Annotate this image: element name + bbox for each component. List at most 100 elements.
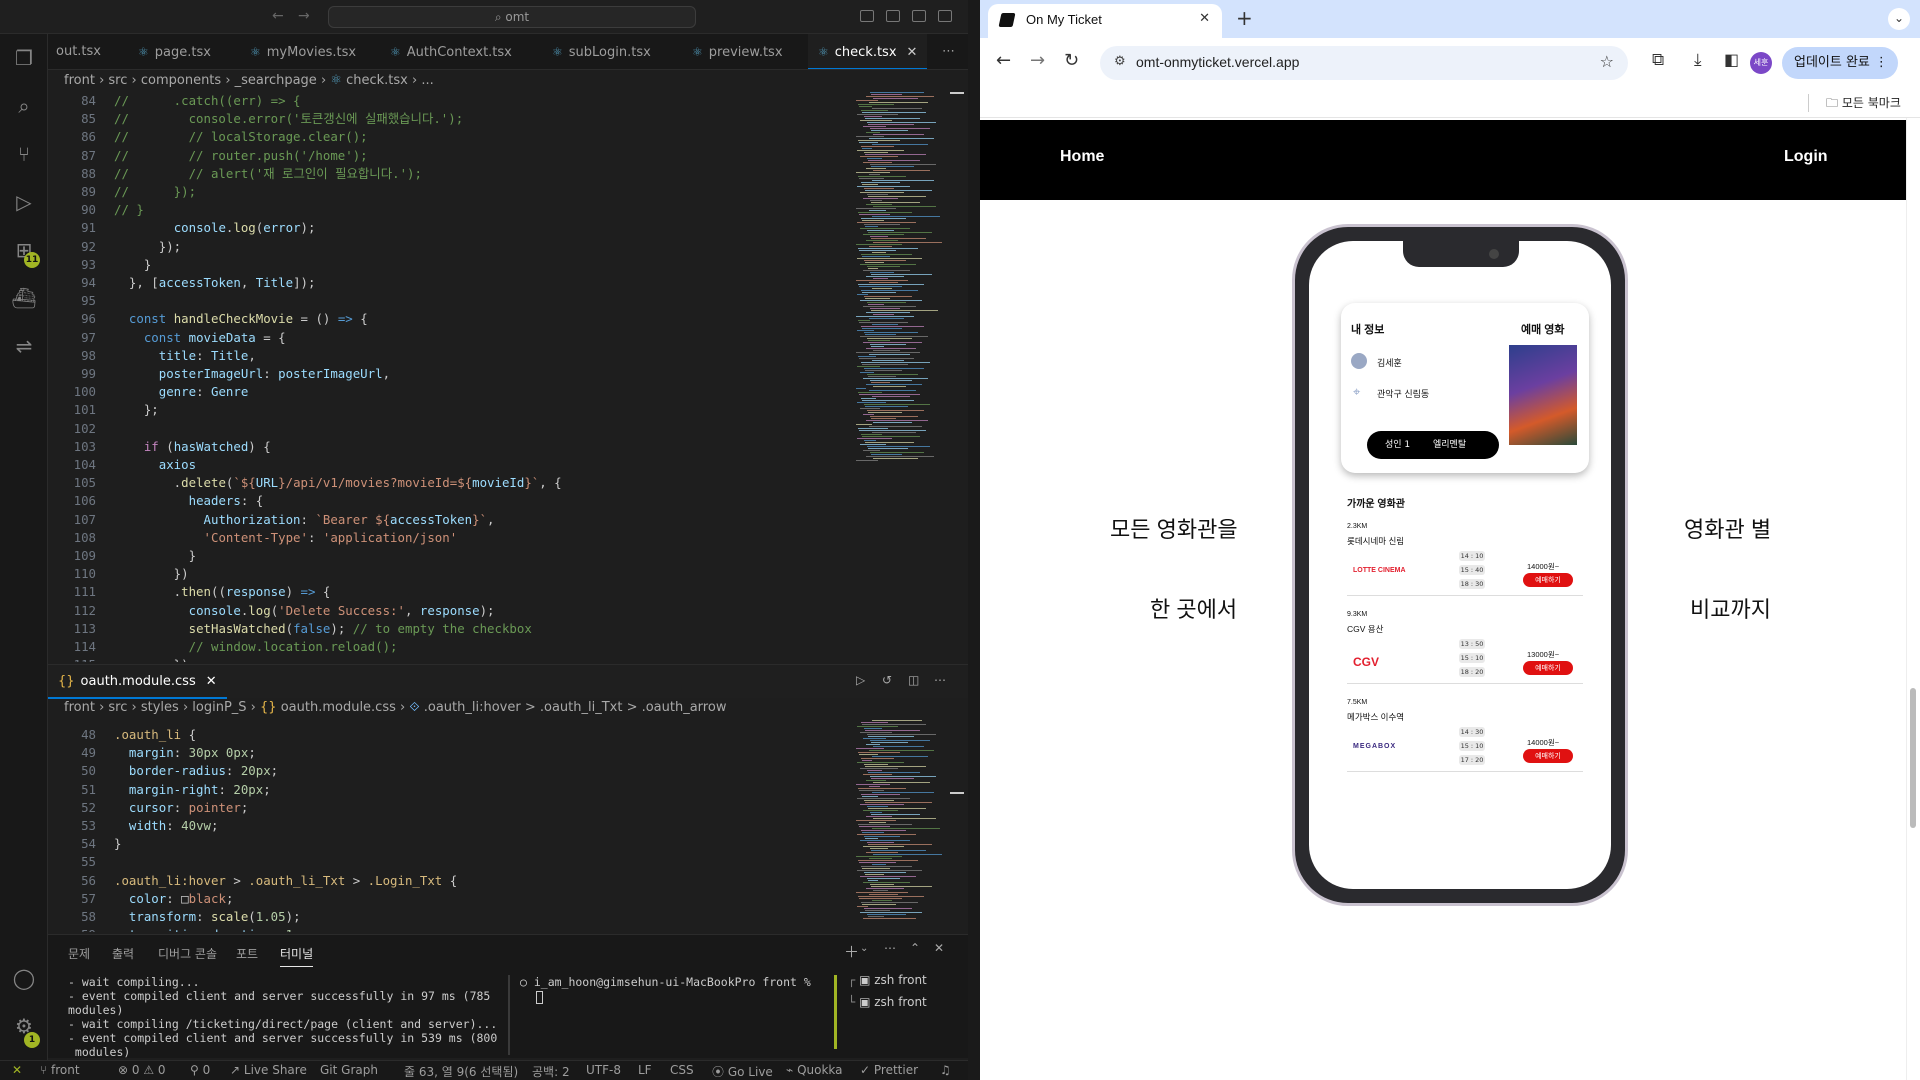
branch-status[interactable]: ⑂ front — [40, 1063, 80, 1077]
code-line[interactable]: 91 console.log(error); — [48, 219, 848, 237]
minimap[interactable] — [852, 720, 948, 930]
book-button[interactable]: 예매하기 — [1523, 573, 1573, 587]
code-line[interactable]: 84 // .catch((err) => { — [48, 92, 848, 110]
tab-page[interactable]: ⚛ page.tsx — [130, 34, 219, 69]
forward-icon[interactable]: → — [1030, 50, 1045, 71]
problems-status[interactable]: ⊗ 0 ⚠ 0 — [118, 1063, 166, 1077]
toggle-sidebar-icon[interactable] — [860, 10, 874, 22]
code-line[interactable]: 102 — [48, 420, 848, 438]
code-line[interactable]: 50 border-radius: 20px; — [48, 762, 848, 780]
breadcrumb-item[interactable]: _searchpage — [235, 73, 317, 88]
cursor-position[interactable]: 줄 63, 열 9(6 선택됨) — [404, 1063, 518, 1080]
maximize-panel-icon[interactable]: ⌃ — [910, 941, 920, 955]
breadcrumb-item[interactable]: ... — [421, 73, 433, 88]
breadcrumb-item[interactable]: src — [108, 700, 127, 715]
code-line[interactable]: 48 .oauth_li { — [48, 726, 848, 744]
code-line[interactable]: 89 // }); — [48, 183, 848, 201]
code-line[interactable]: 53 width: 40vw; — [48, 817, 848, 835]
code-line[interactable]: 104 axios — [48, 456, 848, 474]
showtime-chip[interactable]: 13 : 50 — [1459, 639, 1485, 649]
code-line[interactable]: 59 transition-duration: 1s; — [48, 926, 848, 932]
code-line[interactable]: 52 cursor: pointer; — [48, 799, 848, 817]
code-line[interactable]: 49 margin: 30px 0px; — [48, 744, 848, 762]
code-line[interactable]: 92 }); — [48, 238, 848, 256]
encoding-status[interactable]: UTF-8 — [586, 1063, 621, 1077]
language-status[interactable]: CSS — [670, 1063, 694, 1077]
tab-search-icon[interactable]: ⌄ — [1888, 8, 1910, 30]
code-line[interactable]: 108 'Content-Type': 'application/json' — [48, 529, 848, 547]
source-control-icon[interactable]: ⑂ — [10, 140, 38, 168]
code-line[interactable]: 111 .then((response) => { — [48, 583, 848, 601]
code-editor-bottom[interactable]: 48 .oauth_li {49 margin: 30px 0px; 50 bord… — [48, 726, 848, 932]
code-line[interactable]: 87 // // router.push('/home'); — [48, 147, 848, 165]
code-line[interactable]: 110 }) — [48, 565, 848, 583]
close-icon[interactable]: ✕ — [907, 45, 918, 60]
tab-preview[interactable]: ⚛ preview.tsx — [684, 34, 791, 69]
tab-check[interactable]: ⚛ check.tsx ✕ — [808, 34, 928, 69]
book-button[interactable]: 예매하기 — [1523, 749, 1573, 763]
code-line[interactable]: 107 Authorization: `Bearer ${accessToken… — [48, 511, 848, 529]
eol-status[interactable]: LF — [638, 1063, 652, 1077]
code-line[interactable]: 55 — [48, 853, 848, 871]
docker-icon[interactable]: ⛴ — [10, 284, 38, 312]
toggle-secondary-sidebar-icon[interactable] — [912, 10, 926, 22]
breadcrumb-item[interactable]: check.tsx — [346, 73, 408, 88]
terminal-item[interactable]: └ ▣ zsh front — [848, 995, 927, 1017]
showtime-chip[interactable]: 14 : 30 — [1459, 727, 1485, 737]
close-icon[interactable]: ✕ — [1199, 11, 1210, 26]
browser-tab[interactable]: On My Ticket ✕ — [988, 4, 1222, 38]
quokka-status[interactable]: ⌁ Quokka — [786, 1063, 843, 1077]
tab-authcontext[interactable]: ⚛ AuthContext.tsx — [382, 34, 520, 69]
code-line[interactable]: 94 }, [accessToken, Title]); — [48, 274, 848, 292]
close-icon[interactable]: ✕ — [206, 674, 217, 689]
code-line[interactable]: 112 console.log('Delete Success:', respo… — [48, 602, 848, 620]
showtime-chip[interactable]: 15 : 40 — [1459, 565, 1485, 575]
code-line[interactable]: 96 const handleCheckMovie = () => { — [48, 310, 848, 328]
breadcrumb-item[interactable]: front — [64, 700, 95, 715]
tab-output[interactable]: 출력 — [112, 945, 134, 962]
avatar[interactable]: 세훈 — [1750, 52, 1772, 74]
code-line[interactable]: 106 headers: { — [48, 492, 848, 510]
indentation-status[interactable]: 공백: 2 — [532, 1063, 570, 1080]
chevron-down-icon[interactable]: ⌄ — [860, 943, 868, 954]
remote-icon[interactable]: ✕ — [12, 1063, 22, 1077]
code-line[interactable]: 100 genre: Genre — [48, 383, 848, 401]
ticket-pill[interactable]: 성인 1 엘리멘탈 — [1367, 431, 1499, 459]
code-line[interactable]: 103 if (hasWatched) { — [48, 438, 848, 456]
terminal-output-left[interactable]: - wait compiling... - event compiled cli… — [68, 975, 497, 1059]
prettier-status[interactable]: ✓ Prettier — [860, 1063, 918, 1077]
back-icon[interactable]: ← — [996, 50, 1011, 71]
book-button[interactable]: 예매하기 — [1523, 661, 1573, 675]
close-panel-icon[interactable]: ✕ — [934, 941, 944, 955]
explorer-icon[interactable]: ❐ — [10, 44, 38, 72]
code-line[interactable]: 54} — [48, 835, 848, 853]
showtime-chip[interactable]: 18 : 30 — [1459, 579, 1485, 589]
terminal-item[interactable]: ┌ ▣ zsh front — [848, 973, 927, 995]
code-line[interactable]: 90 // } — [48, 201, 848, 219]
more-actions-icon[interactable]: ⋯ — [884, 941, 896, 955]
code-line[interactable]: 99 posterImageUrl: posterImageUrl, — [48, 365, 848, 383]
code-editor-top[interactable]: 84 // .catch((err) => {85 // console.error… — [48, 92, 848, 662]
all-bookmarks-button[interactable]: 🗀 모든 북마크 — [1826, 94, 1901, 115]
reload-icon[interactable]: ↻ — [1064, 50, 1079, 71]
toggle-panel-icon[interactable] — [886, 10, 900, 22]
customize-layout-icon[interactable] — [938, 10, 952, 22]
code-line[interactable]: 114 // window.location.reload(); — [48, 638, 848, 656]
code-line[interactable]: 101 }; — [48, 401, 848, 419]
tab-problems[interactable]: 문제 — [68, 945, 90, 962]
code-line[interactable]: 51 margin-right: 20px; — [48, 781, 848, 799]
tab-sublogin[interactable]: ⚛ subLogin.tsx — [544, 34, 659, 69]
gitgraph-status[interactable]: Git Graph — [320, 1063, 378, 1077]
breadcrumb-item[interactable]: loginP_S — [192, 700, 246, 715]
terminal-output-right[interactable]: ○ i_am_hoon@gimsehun-ui-MacBookPro front… — [520, 975, 811, 989]
code-line[interactable]: 105 .delete(`${URL}/api/v1/movies?movieI… — [48, 474, 848, 492]
code-line[interactable]: 58 transform: scale(1.05); — [48, 908, 848, 926]
showtime-chip[interactable]: 15 : 10 — [1459, 653, 1485, 663]
breadcrumb-item[interactable]: styles — [141, 700, 179, 715]
tab-oauth-css[interactable]: {} oauth.module.css ✕ — [48, 665, 227, 699]
bell-icon[interactable]: ♫ — [940, 1063, 951, 1077]
tab-mymovies[interactable]: ⚛ myMovies.tsx — [242, 34, 364, 69]
code-line[interactable]: 56 .oauth_li:hover > .oauth_li_Txt > .Log… — [48, 872, 848, 890]
breadcrumb-item[interactable]: components — [141, 73, 221, 88]
scroll-thumb[interactable] — [1910, 688, 1916, 828]
